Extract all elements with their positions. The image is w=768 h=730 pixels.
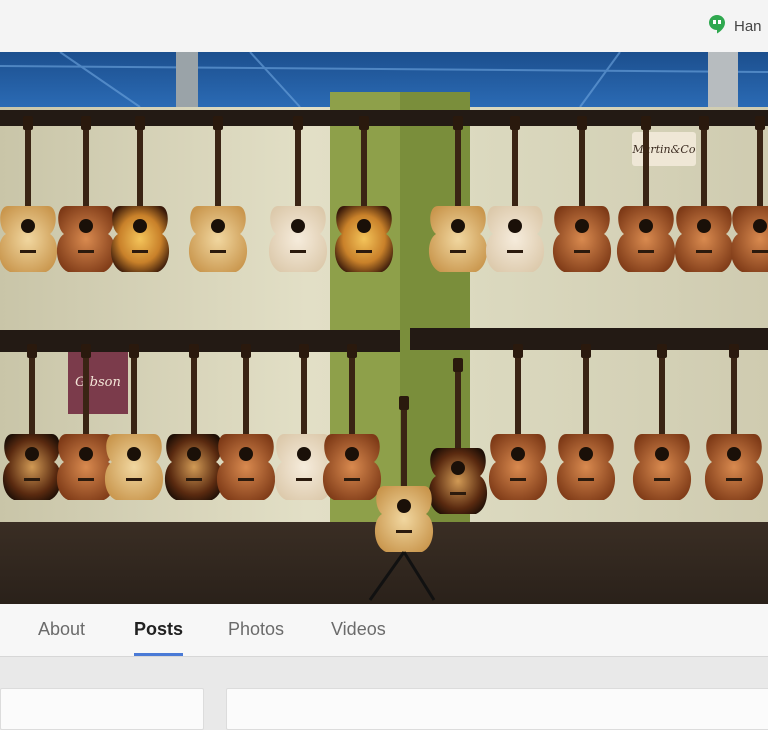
sidebar-card (0, 688, 204, 730)
profile-tabs: About Posts Photos Videos (0, 604, 768, 657)
tab-photos[interactable]: Photos (228, 604, 284, 656)
hangouts-label: Han (734, 17, 762, 35)
gibson-sign: Gibson (75, 375, 121, 390)
guitar-wall-image: Gibson Martin&Co (0, 52, 768, 604)
hangouts-button[interactable]: Han (708, 14, 768, 38)
post-card (226, 688, 768, 730)
hangouts-icon (708, 14, 726, 38)
tab-posts[interactable]: Posts (134, 604, 184, 656)
tab-about[interactable]: About (38, 604, 85, 656)
top-bar: Han (0, 0, 768, 53)
cover-photo: Gibson Martin&Co (0, 52, 768, 604)
martin-sign: Martin&Co (632, 143, 696, 156)
tab-videos[interactable]: Videos (331, 604, 386, 656)
